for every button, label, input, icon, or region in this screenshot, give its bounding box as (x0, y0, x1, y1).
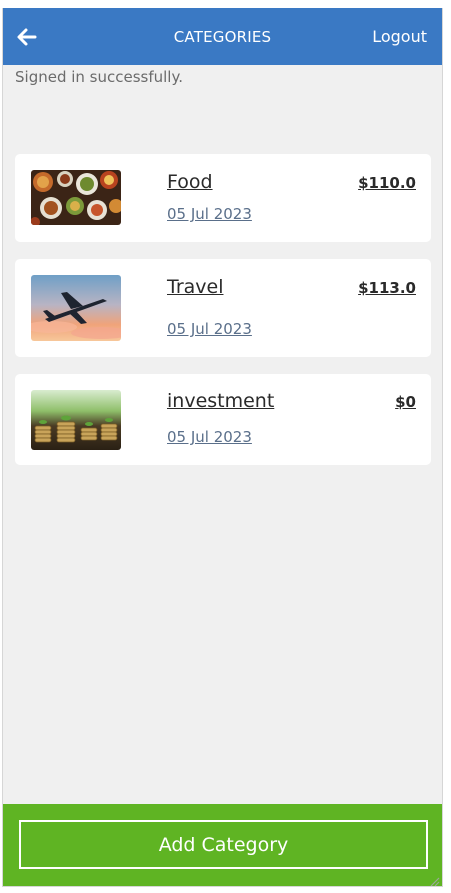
app-header: CATEGORIES Logout (3, 8, 442, 65)
flash-message: Signed in successfully. (15, 68, 183, 86)
category-card-travel[interactable]: Travel 05 Jul 2023 $113.0 (15, 259, 431, 357)
category-date[interactable]: 05 Jul 2023 (167, 320, 252, 338)
category-amount[interactable]: $110.0 (358, 174, 416, 192)
category-date[interactable]: 05 Jul 2023 (167, 205, 252, 223)
footer-bar: Add Category (3, 804, 442, 886)
coins-plants-photo (31, 390, 121, 450)
food-photo (31, 170, 121, 225)
category-name[interactable]: Food (167, 171, 213, 193)
category-name[interactable]: Travel (167, 276, 223, 298)
app-frame: CATEGORIES Logout Signed in successfully… (2, 8, 443, 887)
category-card-investment[interactable]: investment 05 Jul 2023 $0 (15, 374, 431, 465)
category-name[interactable]: investment (167, 390, 274, 412)
category-card-food[interactable]: Food 05 Jul 2023 $110.0 (15, 154, 431, 242)
category-list: Food 05 Jul 2023 $110.0 Travel 05 Jul 20… (15, 154, 431, 482)
airplane-photo (31, 275, 121, 341)
resize-grip-icon[interactable] (428, 872, 440, 886)
category-amount[interactable]: $113.0 (358, 279, 416, 297)
category-amount[interactable]: $0 (395, 393, 416, 411)
category-date[interactable]: 05 Jul 2023 (167, 428, 252, 446)
add-category-button[interactable]: Add Category (19, 820, 428, 869)
logout-link[interactable]: Logout (372, 27, 427, 46)
